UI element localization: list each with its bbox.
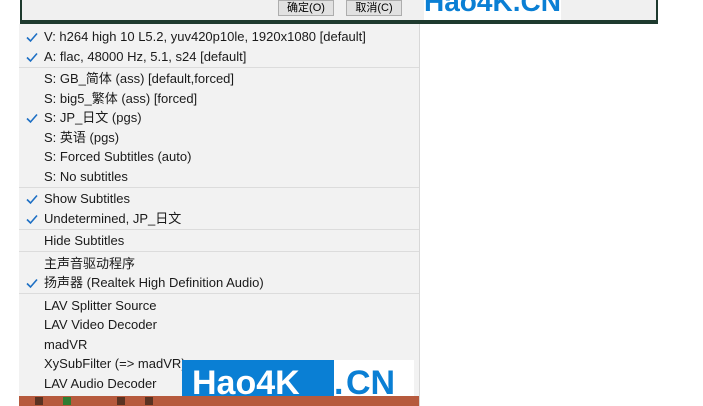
menu-item-label: V: h264 high 10 L5.2, yuv420p10le, 1920x… <box>44 29 366 44</box>
menu-item[interactable]: 主声音驱动程序 <box>19 254 419 274</box>
dialog-footer: 确定(O) 取消(C) <box>20 0 658 24</box>
menu-item-label: Undetermined, JP_日文 <box>44 210 182 226</box>
menu-item-label: S: 英语 (pgs) <box>44 129 120 145</box>
menu-item-label: 扬声器 (Realtek High Definition Audio) <box>44 275 264 290</box>
menu-item-label: S: No subtitles <box>44 168 128 184</box>
watermark-top: Hao4K.CN <box>424 0 561 20</box>
taskbar <box>19 396 419 406</box>
menu-separator <box>19 186 419 188</box>
menu-item[interactable]: S: JP_日文 (pgs) <box>19 108 419 128</box>
menu-item-label: 主声音驱动程序 <box>44 255 136 271</box>
menu-item[interactable]: S: GB_简体 (ass) [default,forced] <box>19 69 419 89</box>
checkmark-icon <box>26 278 38 289</box>
menu-item[interactable]: A: flac, 48000 Hz, 5.1, s24 [default] <box>19 47 419 67</box>
menu-item-label: madVR <box>44 336 88 352</box>
menu-item-label: S: JP_日文 (pgs) <box>44 110 142 125</box>
menu-item-label: LAV Video Decoder <box>44 317 157 332</box>
menu-item-label: S: Forced Subtitles (auto) <box>44 149 192 164</box>
menu-item[interactable]: madVR <box>19 335 419 355</box>
menu-item[interactable]: V: h264 high 10 L5.2, yuv420p10le, 1920x… <box>19 27 419 47</box>
context-menu: V: h264 high 10 L5.2, yuv420p10le, 1920x… <box>19 24 420 406</box>
menu-separator <box>19 66 419 68</box>
menu-item-label: S: GB_简体 (ass) [default,forced] <box>44 71 235 86</box>
menu-item[interactable]: S: No subtitles <box>19 167 419 187</box>
menu-item[interactable]: Undetermined, JP_日文 <box>19 209 419 229</box>
taskbar-icon[interactable] <box>63 397 71 405</box>
checkmark-icon <box>26 194 38 205</box>
menu-item[interactable]: Hide Subtitles <box>19 231 419 251</box>
menu-item[interactable]: 扬声器 (Realtek High Definition Audio) <box>19 273 419 293</box>
menu-separator <box>19 228 419 230</box>
menu-item[interactable]: S: big5_繁体 (ass) [forced] <box>19 89 419 109</box>
menu-item-label: S: big5_繁体 (ass) [forced] <box>44 90 198 106</box>
menu-item-label: Hide Subtitles <box>44 233 125 248</box>
menu-item-label: Show Subtitles <box>44 191 130 206</box>
taskbar-icon[interactable] <box>145 397 153 405</box>
watermark-cn: CN <box>520 0 561 17</box>
menu-item-label: LAV Audio Decoder <box>44 375 157 391</box>
menu-item[interactable]: S: 英语 (pgs) <box>19 128 419 148</box>
menu-item[interactable]: LAV Splitter Source <box>19 296 419 316</box>
cancel-button[interactable]: 取消(C) <box>346 0 402 16</box>
menu-item-label: A: flac, 48000 Hz, 5.1, s24 [default] <box>44 48 247 64</box>
menu-separator <box>19 251 419 252</box>
menu-item[interactable]: S: Forced Subtitles (auto) <box>19 147 419 167</box>
ok-button[interactable]: 确定(O) <box>278 0 334 16</box>
taskbar-icon[interactable] <box>35 397 43 405</box>
watermark-hao: Hao4K <box>424 0 513 17</box>
menu-separator <box>19 293 419 294</box>
menu-item-label: LAV Splitter Source <box>44 297 157 313</box>
checkmark-icon <box>26 32 38 43</box>
menu-item[interactable]: Show Subtitles <box>19 189 419 209</box>
menu-item[interactable]: LAV Video Decoder <box>19 315 419 335</box>
checkmark-icon <box>26 52 38 62</box>
taskbar-icon[interactable] <box>117 397 125 405</box>
checkmark-icon <box>26 214 38 224</box>
menu-item-label: XySubFilter (=> madVR) <box>44 356 186 371</box>
checkmark-icon <box>26 113 38 124</box>
